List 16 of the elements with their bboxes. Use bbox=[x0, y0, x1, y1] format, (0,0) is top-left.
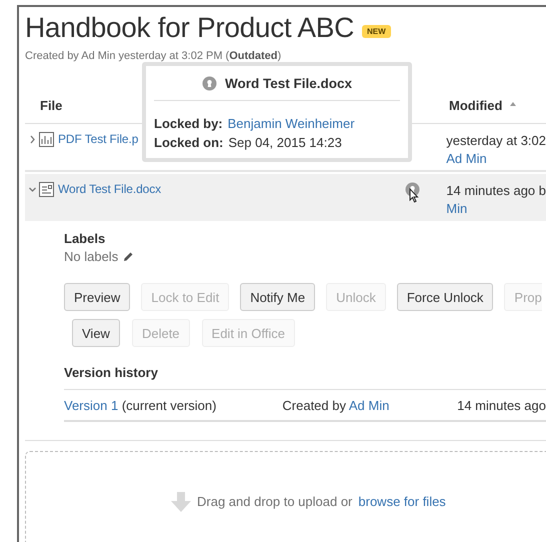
version-note: (current version) bbox=[122, 398, 216, 412]
version-history-heading: Version history bbox=[64, 365, 546, 390]
version-time: 14 minutes ago bbox=[457, 398, 546, 412]
new-badge: NEW bbox=[362, 24, 391, 38]
dropzone-text: Drag and drop to upload or bbox=[197, 494, 352, 509]
created-by-label: Created by bbox=[282, 398, 346, 412]
field-label: Locked on: bbox=[154, 134, 224, 152]
labels-heading: Labels bbox=[64, 231, 106, 246]
field-value: Sep 04, 2015 14:23 bbox=[228, 134, 342, 152]
modified-time: yesterday at 3:02 bbox=[446, 132, 546, 150]
popup-title: Word Test File.docx bbox=[224, 76, 352, 90]
page-meta: Created by Ad Min yesterday at 3:02 PM (Outdated) bbox=[25, 50, 282, 62]
page-title: Handbook for Product ABC bbox=[25, 12, 354, 44]
modified-time: 14 minutes ago b bbox=[446, 182, 546, 200]
field-label: Locked by: bbox=[154, 115, 223, 133]
labels-value: No labels bbox=[64, 249, 118, 264]
